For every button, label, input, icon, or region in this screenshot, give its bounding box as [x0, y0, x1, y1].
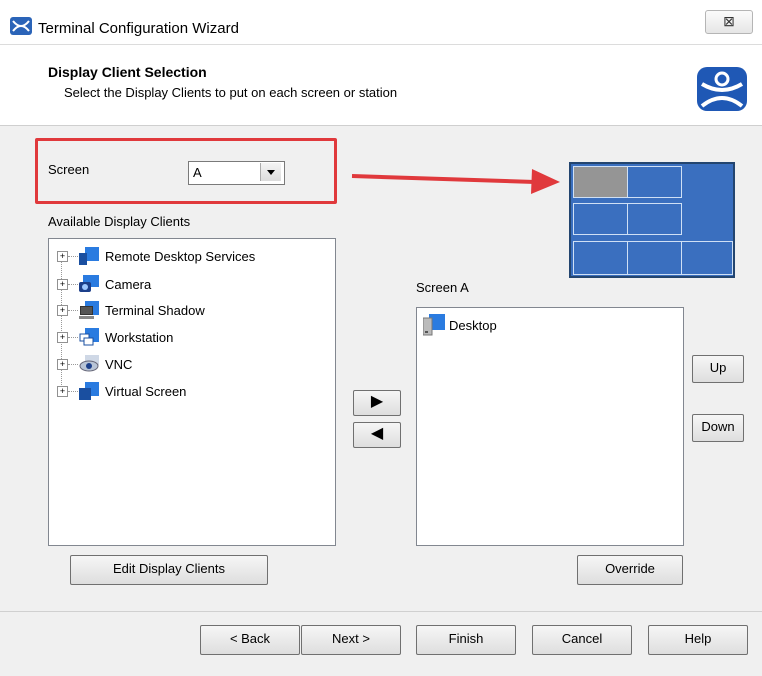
layout-cell-selected[interactable]	[573, 166, 628, 198]
highlight-box	[35, 138, 337, 204]
vnc-icon	[79, 355, 99, 372]
remote-desktop-icon	[79, 247, 99, 265]
back-button[interactable]: < Back	[200, 625, 300, 655]
expand-icon[interactable]: +	[57, 359, 68, 370]
tree-item-label: Camera	[105, 277, 152, 292]
screen-layout-preview[interactable]	[569, 162, 735, 278]
up-button[interactable]: Up	[692, 355, 744, 383]
down-button[interactable]: Down	[692, 414, 744, 442]
layout-cell[interactable]	[627, 166, 682, 198]
layout-cell[interactable]	[573, 203, 628, 235]
tree-item-terminal-shadow[interactable]: + Terminal Shadow	[57, 301, 327, 323]
override-button[interactable]: Override	[577, 555, 683, 585]
cancel-button[interactable]: Cancel	[532, 625, 632, 655]
app-logo-icon	[10, 17, 32, 35]
available-clients-tree[interactable]: + Remote Desktop Services + Camera + Ter…	[48, 238, 336, 546]
expand-icon[interactable]: +	[57, 332, 68, 343]
terminal-shadow-icon	[79, 301, 99, 319]
desktop-icon	[423, 314, 445, 336]
close-button[interactable]: ⊠	[705, 10, 753, 34]
expand-icon[interactable]: +	[57, 251, 68, 262]
arrow-right-icon: ▶	[370, 393, 384, 410]
arrow-left-icon: ◀	[370, 425, 384, 442]
add-client-button[interactable]: ▶	[353, 390, 401, 416]
remove-client-button[interactable]: ◀	[353, 422, 401, 448]
tree-item-vnc[interactable]: + VNC	[57, 355, 327, 377]
layout-cell[interactable]	[627, 203, 682, 235]
tree-item-virtual-screen[interactable]: + Virtual Screen	[57, 382, 327, 404]
camera-icon	[79, 275, 99, 292]
tree-item-label: Terminal Shadow	[105, 303, 205, 318]
tree-item-label: Workstation	[105, 330, 174, 345]
layout-cell[interactable]	[627, 241, 682, 275]
help-button[interactable]: Help	[648, 625, 748, 655]
assigned-clients-list[interactable]: Desktop	[416, 307, 684, 546]
available-clients-label: Available Display Clients	[48, 214, 191, 229]
expand-icon[interactable]: +	[57, 386, 68, 397]
workstation-icon	[79, 328, 99, 346]
layout-cell[interactable]	[681, 241, 733, 275]
expand-icon[interactable]: +	[57, 305, 68, 316]
next-button[interactable]: Next >	[301, 625, 401, 655]
assigned-clients-label: Screen A	[416, 280, 469, 295]
tree-item-camera[interactable]: + Camera	[57, 275, 327, 297]
thinmanager-logo-icon	[697, 67, 747, 111]
page-title: Display Client Selection	[48, 64, 207, 80]
tree-item-label: Remote Desktop Services	[105, 249, 256, 264]
layout-cell[interactable]	[573, 241, 628, 275]
tree-item-label: Virtual Screen	[105, 384, 187, 399]
list-item-desktop[interactable]: Desktop	[423, 314, 623, 336]
list-item-label: Desktop	[449, 318, 497, 333]
expand-icon[interactable]: +	[57, 279, 68, 290]
tree-item-workstation[interactable]: + Workstation	[57, 328, 327, 350]
window-title: Terminal Configuration Wizard	[38, 20, 239, 37]
virtual-screen-icon	[79, 382, 99, 400]
edit-display-clients-button[interactable]: Edit Display Clients	[70, 555, 268, 585]
red-arrow-icon	[351, 169, 560, 194]
page-subtitle: Select the Display Clients to put on eac…	[64, 85, 398, 100]
finish-button[interactable]: Finish	[416, 625, 516, 655]
tree-item-remote-desktop[interactable]: + Remote Desktop Services	[57, 247, 327, 269]
tree-item-label: VNC	[105, 357, 133, 372]
close-icon: ⊠	[723, 13, 735, 29]
